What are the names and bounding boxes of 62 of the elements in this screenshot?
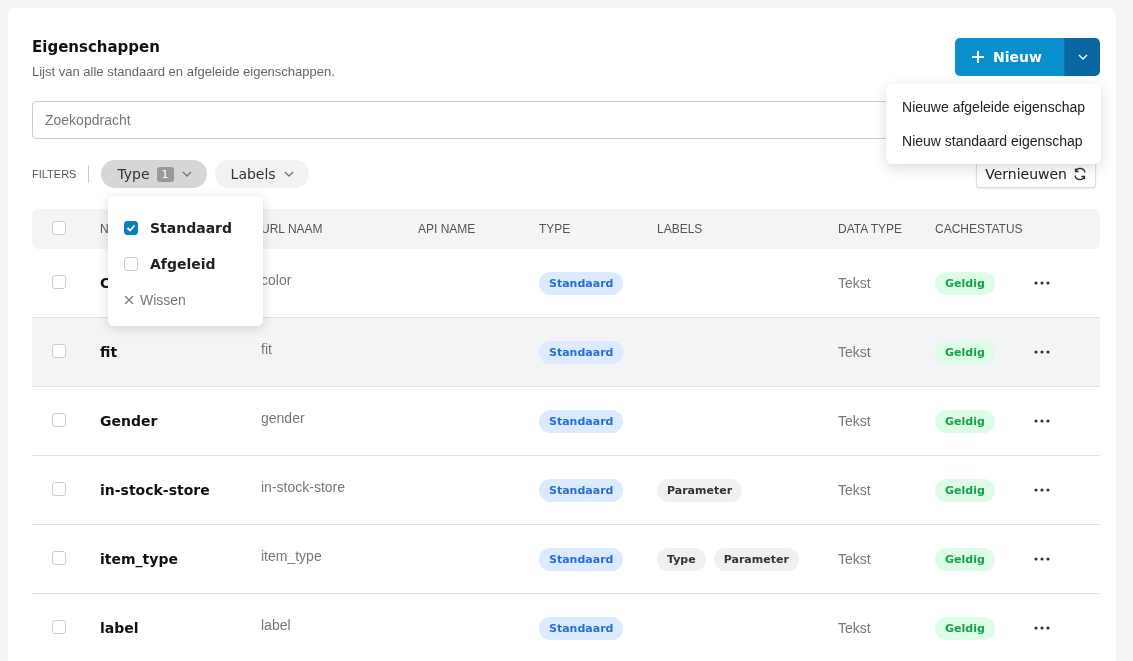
name-cell-text: Gender [100,413,159,429]
option-label: Standaard [150,220,233,236]
checkbox[interactable] [52,220,66,235]
checkbox[interactable] [52,550,66,565]
checkbox[interactable] [52,481,66,496]
url-cell-text: gender [261,410,306,426]
checkbox[interactable] [124,257,138,271]
filter-chip[interactable]: Labels [214,160,309,188]
option-label: Afgeleid [150,256,216,272]
cache-status-tag: Geldig [935,409,995,433]
label-tag: Type [657,547,706,571]
filter-chip[interactable]: Type 1 [101,160,207,188]
name-cell-text: label [100,620,140,636]
url-cell-text: fit [261,341,273,357]
data-type-cell-text: Tekst [838,620,872,636]
type-tag: Standaard [539,340,624,364]
type-tag: Standaard [539,547,624,571]
checkbox[interactable] [52,343,66,358]
url-cell-text: in-stock-store [261,479,347,495]
url-cell-text: label [261,617,292,633]
cache-status-tag: Geldig [935,340,995,364]
column-header: TYPE [539,222,571,236]
name-cell-text: fit [100,344,119,360]
name-cell-text: in-stock-store [100,482,211,498]
data-type-cell-text: Tekst [838,413,872,429]
column-header: API NAME [418,222,476,236]
checkbox[interactable] [124,221,138,235]
count-badge: 1 [156,166,174,182]
column-header: LABELS [657,222,703,236]
data-type-cell-text: Tekst [838,344,872,360]
type-tag: Standaard [539,409,624,433]
refresh-icon [1073,167,1087,181]
name-cell-text: item_type [100,551,179,567]
url-cell-text: item_type [261,548,323,564]
column-header: CACHESTATUS [935,222,1023,236]
column-header: DATA TYPE [838,222,903,236]
label-tag: Parameter [713,547,799,571]
cache-status-tag: Geldig [935,271,995,295]
cache-status-tag: Geldig [935,547,995,571]
dropdown-button[interactable] [1064,38,1100,76]
checkbox[interactable] [52,412,66,427]
type-tag: Standaard [539,478,624,502]
cache-status-tag: Geldig [935,478,995,502]
table-row[interactable]: fit fit Standaard Tekst Geldig [32,318,1100,387]
checkbox[interactable] [52,619,66,634]
label-tag: Parameter [657,478,743,502]
page-subtitle: Lijst van alle standaard en afgeleide eigenschappen. [32,64,335,79]
checkbox[interactable] [52,274,66,289]
cache-status-tag: Geldig [935,616,995,640]
new-button[interactable]: Nieuw [955,38,1064,76]
clear-button[interactable]: Wissen [124,282,186,318]
checkmark-icon [126,223,136,233]
data-type-cell-text: Tekst [838,482,872,498]
column-header: N [100,222,109,236]
data-type-cell-text: Tekst [838,275,872,291]
page-title: Eigenschappen [32,38,161,56]
close-icon [124,295,134,305]
type-tag: Standaard [539,271,624,295]
filters-label: FILTERS [32,168,77,180]
data-type-cell-text: Tekst [838,551,872,567]
type-tag: Standaard [539,616,624,640]
plus-icon [971,50,986,64]
